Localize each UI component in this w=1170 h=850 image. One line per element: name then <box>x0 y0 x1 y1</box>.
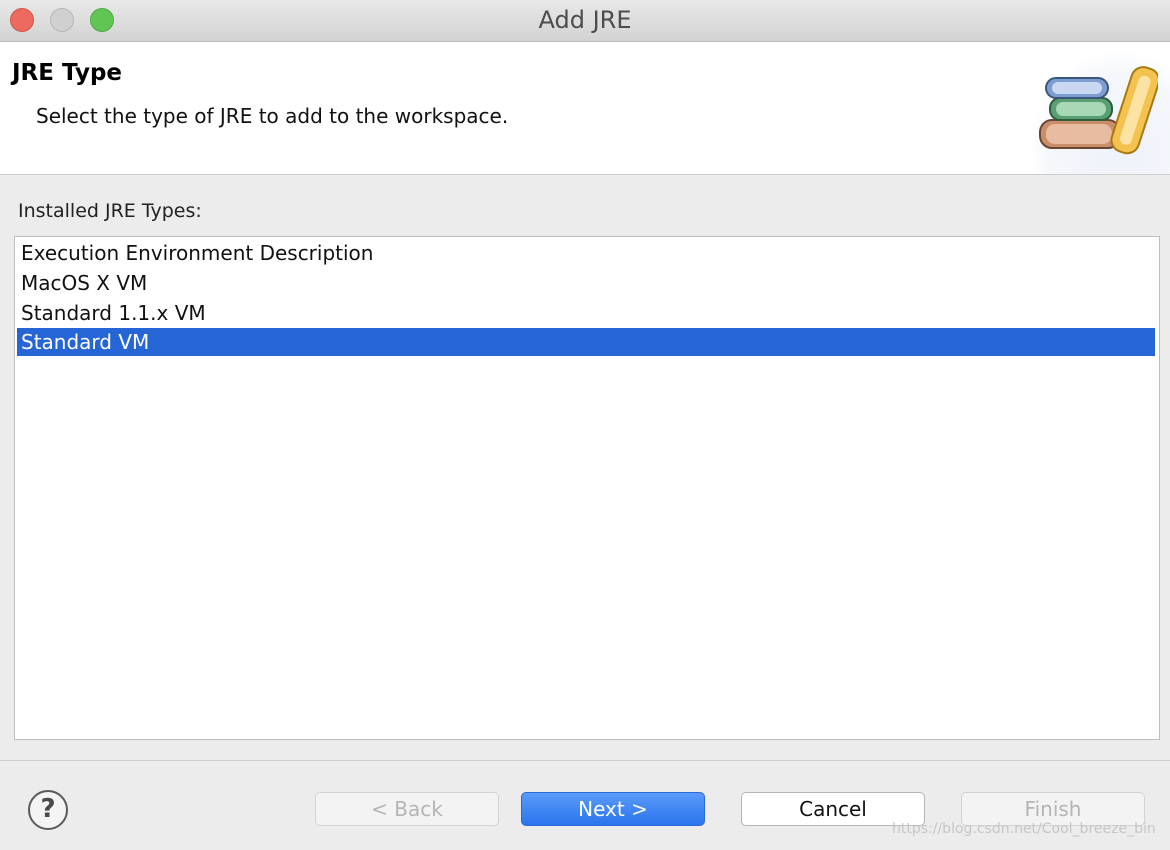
watermark-text: https://blog.csdn.net/Cool_breeze_bin <box>892 821 1156 837</box>
help-button[interactable]: ? <box>28 790 68 830</box>
list-item-standard-1-1-x-vm[interactable]: Standard 1.1.x VM <box>17 299 1155 327</box>
window-title: Add JRE <box>538 6 632 34</box>
title-bar[interactable]: Add JRE <box>0 0 1170 42</box>
next-button[interactable]: Next > <box>521 792 705 826</box>
jre-books-icon <box>1039 66 1158 155</box>
footer-separator <box>0 760 1170 761</box>
wizard-header: JRE Type Select the type of JRE to add t… <box>0 42 1170 175</box>
installed-jre-types-label: Installed JRE Types: <box>18 200 202 222</box>
list-item-standard-vm[interactable]: Standard VM <box>17 328 1155 356</box>
back-button[interactable]: < Back <box>315 792 499 826</box>
jre-type-list[interactable]: Execution Environment Description MacOS … <box>14 236 1160 740</box>
page-title: JRE Type <box>12 60 123 86</box>
add-jre-dialog: Add JRE JRE Type Select the type of JRE … <box>0 0 1170 850</box>
list-item-macos-x-vm[interactable]: MacOS X VM <box>17 269 1155 297</box>
list-item-execution-environment-description[interactable]: Execution Environment Description <box>17 239 1155 267</box>
page-description: Select the type of JRE to add to the wor… <box>36 104 509 128</box>
